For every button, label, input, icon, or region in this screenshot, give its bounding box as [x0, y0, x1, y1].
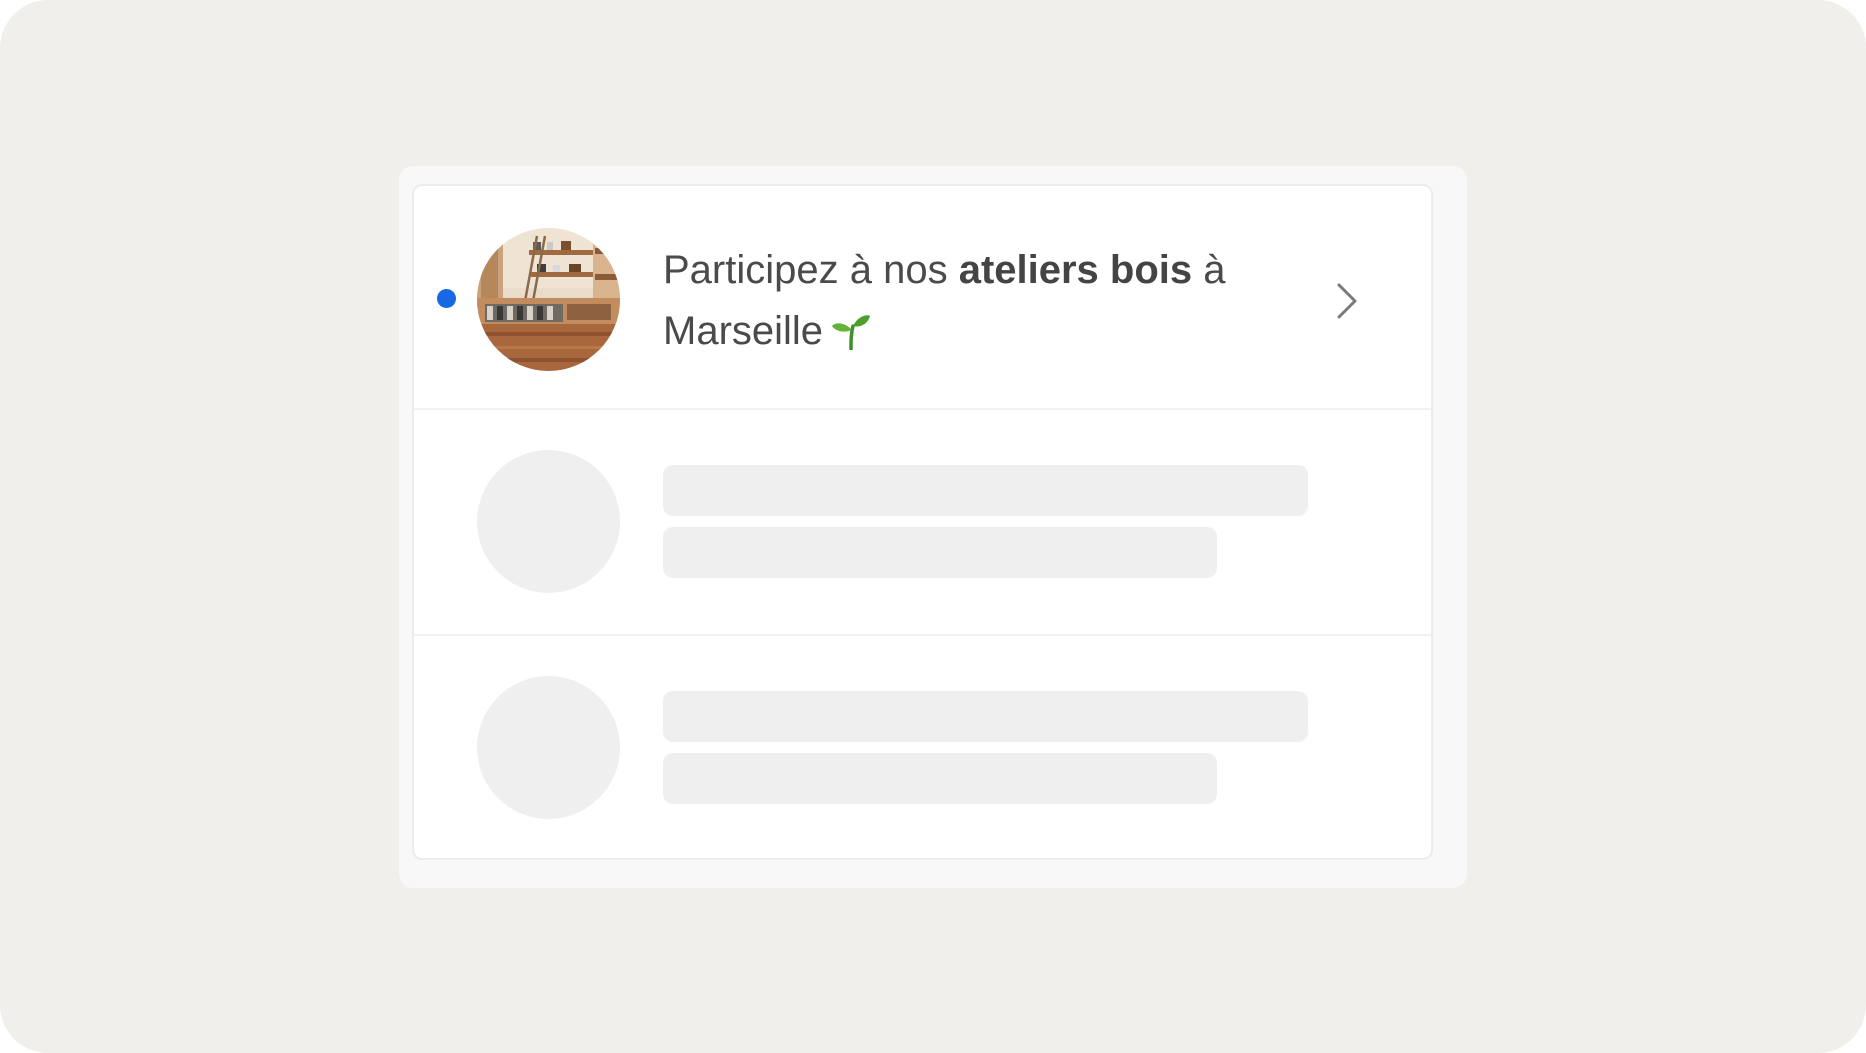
- notification-item-placeholder: [414, 636, 1431, 858]
- message-text-before: Participez à nos: [663, 248, 959, 292]
- skeleton-line: [663, 691, 1308, 742]
- skeleton-avatar: [477, 450, 620, 593]
- workshop-photo: [477, 228, 620, 371]
- notification-list: Participez à nos ateliers bois à Marseil…: [412, 184, 1433, 860]
- chevron-right-icon[interactable]: [1335, 281, 1359, 321]
- skeleton-line: [663, 527, 1217, 578]
- unread-indicator: [437, 289, 456, 308]
- skeleton-line: [663, 465, 1308, 516]
- notification-message: Participez à nos ateliers bois à Marseil…: [663, 240, 1303, 368]
- notification-item-placeholder: [414, 410, 1431, 636]
- skeleton-line: [663, 753, 1217, 804]
- sprout-icon: [831, 307, 871, 368]
- message-text-bold: ateliers bois: [958, 248, 1193, 292]
- skeleton-avatar: [477, 676, 620, 819]
- workshop-photo-avatar: [477, 228, 620, 371]
- notification-item[interactable]: Participez à nos ateliers bois à Marseil…: [414, 186, 1431, 410]
